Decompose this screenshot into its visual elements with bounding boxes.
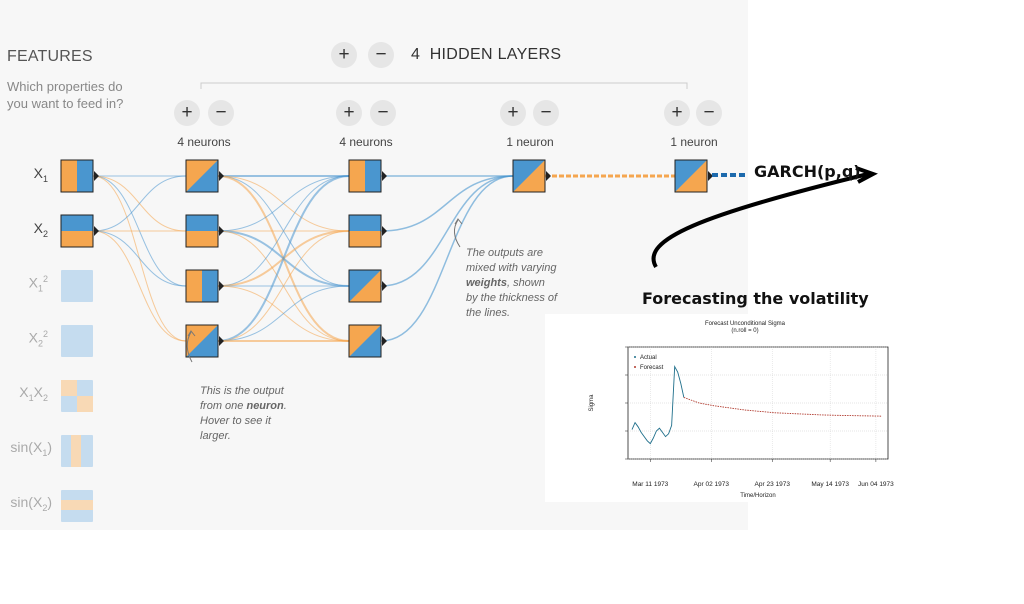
legend-actual-marker — [634, 356, 636, 358]
overlay-arrows — [651, 166, 878, 269]
forecast-title: Forecasting the volatility — [642, 289, 869, 308]
x-tick-label: May 14 1973 — [811, 481, 849, 488]
y-axis-ticks — [625, 346, 628, 460]
garch-label: GARCH(p,q) — [754, 162, 861, 181]
legend-actual-label: Actual — [640, 355, 657, 361]
x-axis-label: Time/Horizon — [740, 493, 775, 499]
x-tick-label: Apr 02 1973 — [694, 481, 730, 488]
x-axis-ticks: Mar 11 1973 Apr 02 1973 Apr 23 1973 May 14 … — [632, 459, 894, 488]
chart-subtitle: (n.roll = 0) — [731, 328, 758, 334]
x-tick-label: Apr 23 1973 — [755, 481, 791, 488]
x-tick-label: Mar 11 1973 — [632, 481, 668, 488]
chart-title: Forecast Unconditional Sigma — [705, 321, 786, 327]
legend-forecast-marker — [634, 366, 636, 368]
curved-arrow — [651, 172, 869, 269]
x-tick-label: Jun 04 1973 — [858, 481, 894, 488]
sigma-chart-svg: Forecast Unconditional Sigma (n.roll = 0… — [589, 321, 894, 499]
sigma-forecast-chart: Forecast Unconditional Sigma (n.roll = 0… — [545, 314, 910, 502]
legend-forecast-label: Forecast — [640, 365, 664, 371]
y-axis-label: Sigma — [589, 394, 595, 412]
